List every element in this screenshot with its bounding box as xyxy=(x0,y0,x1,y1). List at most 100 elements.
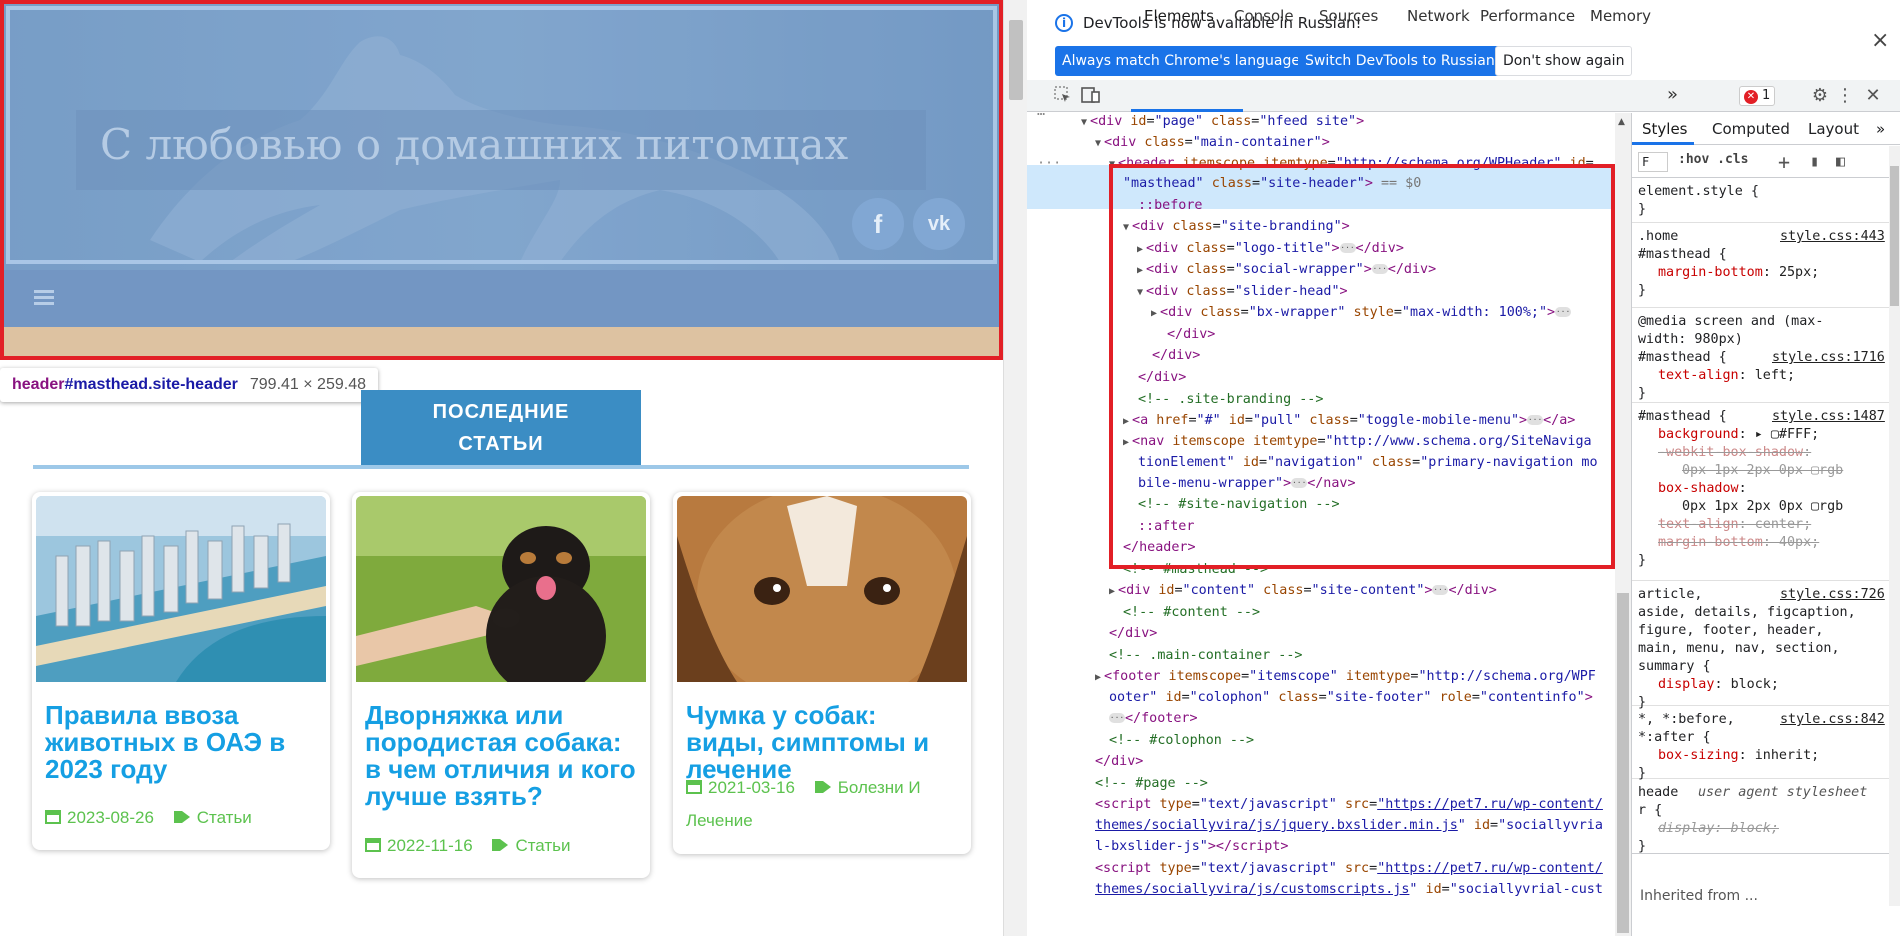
styles-more-icon[interactable]: » xyxy=(1876,120,1885,138)
rule-source-link[interactable]: style.css:1716 xyxy=(1772,349,1885,367)
new-style-rule-icon[interactable]: + xyxy=(1778,150,1790,174)
tab-computed[interactable]: Computed xyxy=(1712,120,1790,138)
article-title[interactable]: Правила ввоза животных в ОАЭ в 2023 году xyxy=(45,702,320,783)
tab-performance[interactable]: Performance xyxy=(1480,7,1575,25)
article-image-beagle[interactable] xyxy=(677,496,967,682)
inspect-element-icon[interactable] xyxy=(1053,86,1073,106)
rule-declaration[interactable]: box-sizing: inherit; xyxy=(1658,747,1819,765)
tooltip-class: .site-header xyxy=(148,376,238,393)
rule-source-link[interactable]: style.css:842 xyxy=(1780,711,1885,729)
hamburger-menu-icon[interactable] xyxy=(34,290,54,306)
dom-line[interactable]: ▼ <div id="page" class="hfeed site"> xyxy=(1081,113,1364,133)
site-title[interactable]: С любовью о домашних питомцах xyxy=(100,120,848,169)
tab-console[interactable]: Console xyxy=(1234,7,1294,25)
vk-icon[interactable]: vk xyxy=(913,198,965,250)
article-image-dubai[interactable] xyxy=(36,496,326,682)
website-viewport: С любовью о домашних питомцах f vk heade… xyxy=(0,0,1003,936)
rule-declaration[interactable]: margin-bottom: 25px; xyxy=(1658,264,1819,282)
tab-elements[interactable]: Elements xyxy=(1144,7,1214,25)
style-rule[interactable]: element.style { } xyxy=(1632,181,1894,223)
rule-declaration-overridden[interactable]: -webkit-box-shadow: xyxy=(1658,444,1811,462)
dom-node-menu[interactable]: ··· xyxy=(1037,153,1061,174)
dom-line[interactable]: </div> xyxy=(1109,623,1157,644)
dom-line[interactable]: ▶ <footer itemscope="itemscope" itemtype=… xyxy=(1095,666,1596,688)
dom-line[interactable]: ▼ <div class="main-container"> xyxy=(1095,132,1330,154)
dont-show-again-button[interactable]: Don't show again xyxy=(1495,46,1633,76)
dom-line[interactable]: <!-- #content --> xyxy=(1123,602,1260,623)
article-date[interactable]: 2021-03-16 xyxy=(708,778,795,797)
article-date[interactable]: 2023-08-26 xyxy=(67,808,154,827)
dom-line[interactable]: <!-- .main-container --> xyxy=(1109,645,1302,666)
switch-to-russian-button[interactable]: Switch DevTools to Russian xyxy=(1298,46,1502,76)
dom-line[interactable]: ▶ <div id="content" class="site-content">… xyxy=(1109,580,1497,602)
dom-line[interactable]: <script type="text/javascript" src="http… xyxy=(1095,794,1603,815)
article-category[interactable]: Статьи xyxy=(197,808,252,827)
dom-line[interactable]: <!-- #colophon --> xyxy=(1109,730,1254,751)
dom-line[interactable]: </div> xyxy=(1095,751,1143,772)
article-date[interactable]: 2022-11-16 xyxy=(387,836,473,855)
settings-gear-icon[interactable]: ⚙ xyxy=(1810,86,1830,106)
article-image-dog-paw[interactable] xyxy=(356,496,646,682)
rule-declaration[interactable]: box-shadow: xyxy=(1658,480,1747,498)
style-rule[interactable]: *, *:before, style.css:842 *:after { box… xyxy=(1632,709,1894,781)
article-title[interactable]: Чумка у собак: виды, симптомы и лечение xyxy=(686,702,961,783)
filter-input[interactable]: F xyxy=(1638,152,1668,172)
style-rule[interactable]: .home style.css:443 #masthead { margin-b… xyxy=(1632,226,1894,308)
rule-declaration-overridden[interactable]: display: block; xyxy=(1658,820,1779,838)
facebook-icon[interactable]: f xyxy=(852,198,904,250)
rule-declaration-overridden[interactable]: text-align: center; xyxy=(1658,516,1811,534)
error-icon: ✕ xyxy=(1744,90,1758,104)
dom-line[interactable]: <!-- #page --> xyxy=(1095,773,1208,794)
header-bottom-stripe xyxy=(0,327,1003,359)
tab-memory[interactable]: Memory xyxy=(1590,7,1651,25)
style-rule[interactable]: heade user agent stylesheet r { display:… xyxy=(1632,782,1894,854)
article-category[interactable]: Болезни И xyxy=(838,778,921,797)
tooltip-id: #masthead xyxy=(64,376,149,393)
toggle-sidebar-icon[interactable]: ◧ xyxy=(1836,152,1845,170)
dom-line[interactable]: <script type="text/javascript" src="http… xyxy=(1095,858,1603,879)
article-title[interactable]: Дворняжка или породистая собака: в чем о… xyxy=(365,702,640,810)
element-state-icon[interactable]: ▮ xyxy=(1810,152,1819,170)
style-rule[interactable]: #masthead { style.css:1487 background: ▸… xyxy=(1632,406,1894,581)
dom-line[interactable]: themes/sociallyvira/js/customscripts.js"… xyxy=(1095,879,1603,900)
more-tabs-icon[interactable]: » xyxy=(1667,84,1678,105)
article-category-cont[interactable]: Лечение xyxy=(686,811,753,830)
tab-styles[interactable]: Styles xyxy=(1642,120,1688,138)
article-category[interactable]: Статьи xyxy=(515,836,570,855)
rule-selector: aside, details, figcaption, xyxy=(1638,605,1856,620)
tab-network[interactable]: Network xyxy=(1407,7,1470,25)
dom-line[interactable]: ···</footer> xyxy=(1109,708,1198,729)
rule-declaration[interactable]: display: block; xyxy=(1658,676,1779,694)
styles-scrollbar[interactable] xyxy=(1889,146,1900,906)
style-rule[interactable]: @media screen and (max- width: 980px) #m… xyxy=(1632,311,1894,403)
rule-declaration[interactable]: background: ▸ ▢#FFF; xyxy=(1658,426,1819,444)
article-card[interactable]: Дворняжка или породистая собака: в чем о… xyxy=(352,492,650,878)
more-options-icon[interactable]: ⋮ xyxy=(1835,86,1855,106)
device-toolbar-icon[interactable] xyxy=(1081,86,1101,106)
dom-ellipsis[interactable]: … xyxy=(1037,113,1045,122)
article-meta: 2023-08-26 Статьи xyxy=(45,802,252,835)
article-card[interactable]: Правила ввоза животных в ОАЭ в 2023 году… xyxy=(32,492,330,850)
rule-source-link[interactable]: style.css:726 xyxy=(1780,586,1885,604)
style-rule[interactable]: article, style.css:726 aside, details, f… xyxy=(1632,584,1894,710)
always-match-language-button[interactable]: Always match Chrome's language xyxy=(1055,46,1307,76)
close-infobar-icon[interactable]: × xyxy=(1871,28,1889,53)
rule-value: 0px 1px 2px 0px ▢rgb xyxy=(1682,499,1844,514)
dom-line[interactable]: ooter" id="colophon" class="site-footer"… xyxy=(1109,687,1593,708)
close-devtools-icon[interactable]: ✕ xyxy=(1863,86,1883,106)
tab-sources[interactable]: Sources xyxy=(1319,7,1378,25)
tab-layout[interactable]: Layout xyxy=(1808,120,1859,138)
rule-declaration[interactable]: text-align: left; xyxy=(1658,367,1795,385)
article-card[interactable]: Чумка у собак: виды, симптомы и лечение … xyxy=(673,492,971,854)
error-counter[interactable]: ✕ 1 xyxy=(1739,86,1776,106)
rule-source-link[interactable]: style.css:1487 xyxy=(1772,408,1885,426)
dom-line[interactable]: l-bxslider-js"></script> xyxy=(1095,836,1289,857)
rule-selector: r { xyxy=(1638,803,1663,818)
page-scrollbar[interactable] xyxy=(1003,0,1027,936)
rule-source-link[interactable]: style.css:443 xyxy=(1780,228,1885,246)
tag-icon xyxy=(173,803,191,835)
hov-cls-toggles[interactable]: :hov .cls xyxy=(1678,152,1748,167)
rule-declaration-overridden[interactable]: margin-bottom: 40px; xyxy=(1658,534,1819,552)
dom-line[interactable]: themes/sociallyvira/js/jquery.bxslider.m… xyxy=(1095,815,1603,836)
dom-scrollbar[interactable]: ▲ xyxy=(1615,113,1631,936)
